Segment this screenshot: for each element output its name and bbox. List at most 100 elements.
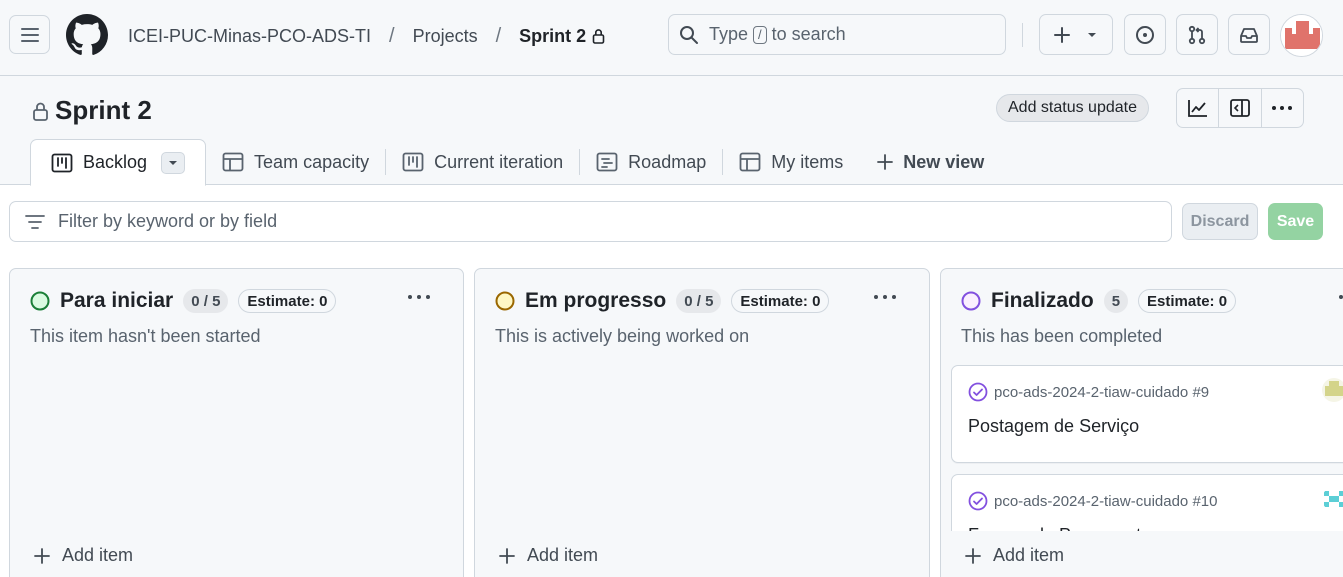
search-prefix: Type [709,24,749,44]
column-menu-icon[interactable] [1337,287,1343,307]
project-header: Sprint 2 Add status update Backlog Team … [0,76,1343,186]
project-toolbar [1176,88,1304,128]
plus-icon [1054,26,1070,43]
plus-icon [877,154,894,170]
column-menu-icon[interactable] [872,287,898,307]
save-button[interactable]: Save [1268,203,1323,240]
assignee-avatar[interactable] [1322,378,1343,402]
status-circle-icon [495,291,515,311]
breadcrumb-separator: / [495,24,502,47]
add-item-label: Add item [993,545,1065,565]
search-input[interactable]: Type / to search [668,14,1006,55]
tab-label: Roadmap [628,151,707,172]
inbox-icon [1240,27,1258,43]
filter-placeholder: Filter by keyword or by field [58,211,278,231]
filter-input[interactable]: Filter by keyword or by field [9,201,1172,242]
card-reference: pco-ads-2024-2-tiaw-cuidado #9 [968,382,1209,402]
tab-roadmap[interactable]: Roadmap [580,139,722,185]
git-pull-request-icon [1188,25,1206,44]
card-repo-ref[interactable]: pco-ads-2024-2-tiaw-cuidado #10 [994,493,1217,510]
card-repo-ref[interactable]: pco-ads-2024-2-tiaw-cuidado #9 [994,384,1209,401]
table-icon [739,152,761,172]
column-menu-icon[interactable] [406,287,432,307]
issue-closed-icon [968,382,988,402]
graph-icon [1187,100,1207,117]
user-avatar[interactable] [1280,14,1323,57]
tab-backlog[interactable]: Backlog [30,139,207,186]
tab-label: My items [771,151,844,172]
plus-icon [34,547,50,564]
column-title: Em progresso [525,289,667,312]
create-new-button[interactable] [1039,14,1113,55]
issue-opened-icon [1136,25,1154,44]
kebab-icon [1272,106,1293,110]
tab-my-items[interactable]: My items [723,139,859,185]
global-header: ICEI-PUC-Minas-PCO-ADS-TI / Projects / S… [0,0,1343,76]
toggle-sidebar-button[interactable] [1219,89,1262,127]
column-description: This is actively being worked on [495,326,750,346]
breadcrumb-org-link[interactable]: ICEI-PUC-Minas-PCO-ADS-TI [128,26,371,47]
column-count-badge: 0 / 5 [183,289,229,313]
filter-icon [25,214,45,229]
column-description: This item hasn't been started [30,326,261,346]
column-count-badge: 5 [1103,289,1129,313]
assignee-avatar[interactable] [1322,487,1343,511]
triangle-down-icon [169,160,178,165]
discard-button[interactable]: Discard [1182,203,1258,240]
add-item-button[interactable]: Add item [965,545,1064,566]
new-view-button[interactable]: New view [859,139,1000,185]
tab-current-iteration[interactable]: Current iteration [386,139,579,185]
breadcrumb: ICEI-PUC-Minas-PCO-ADS-TI / Projects / S… [128,24,605,48]
issues-button[interactable] [1124,14,1166,55]
search-suffix: to search [771,24,846,44]
view-options-button[interactable] [161,151,186,174]
add-item-label: Add item [527,545,599,565]
add-status-update-button[interactable]: Add status update [996,94,1149,122]
inbox-button[interactable] [1228,14,1270,55]
triangle-down-icon [1088,32,1096,37]
lock-icon [592,29,605,44]
identicon [1322,487,1343,511]
card-reference: pco-ads-2024-2-tiaw-cuidado #10 [968,491,1217,511]
open-menu-button[interactable] [9,15,50,54]
view-tabs: Backlog Team capacity Current iteration … [30,139,1000,186]
hamburger-icon [20,27,39,42]
tab-team-capacity[interactable]: Team capacity [206,139,385,185]
breadcrumb-project-link[interactable]: Sprint 2 [519,26,586,47]
board-column-finalizado: Finalizado 5 Estimate: 0 This has been c… [940,268,1343,577]
column-count-badge: 0 / 5 [676,289,722,313]
column-estimate-badge: Estimate: 0 [1138,289,1237,313]
board-column-para-iniciar: Para iniciar 0 / 5 Estimate: 0 This item… [9,268,464,577]
header-divider [1022,23,1023,47]
tab-label: Backlog [83,152,148,172]
plus-icon [965,547,981,564]
card-title[interactable]: Postagem de Serviço [968,416,1139,437]
add-item-button[interactable]: Add item [34,545,133,566]
pull-requests-button[interactable] [1176,14,1218,55]
sidebar-icon [1230,99,1250,117]
issue-closed-icon [968,491,988,511]
project-title[interactable]: Sprint 2 [55,95,152,126]
identicon [1281,15,1322,56]
lock-icon [33,102,48,121]
add-item-button[interactable]: Add item [499,545,598,566]
project-menu-button[interactable] [1262,89,1303,127]
tab-label: New view [903,151,985,172]
column-title: Finalizado [991,289,1094,312]
github-logo[interactable] [66,14,108,56]
page-title: Sprint 2 [32,95,152,126]
column-description: This has been completed [961,326,1163,346]
breadcrumb-projects-link[interactable]: Projects [413,26,478,47]
column-header: Finalizado 5 Estimate: 0 [961,289,1237,313]
breadcrumb-separator: / [389,24,395,47]
column-header: Para iniciar 0 / 5 Estimate: 0 [30,289,337,313]
insights-button[interactable] [1177,89,1220,127]
status-circle-icon [30,291,50,311]
status-circle-icon [961,291,981,311]
search-shortcut-key: / [753,25,767,44]
tab-label: Team capacity [254,151,370,172]
plus-icon [499,547,515,564]
tab-label: Current iteration [434,151,564,172]
board-icon [402,152,424,172]
issue-card[interactable]: pco-ads-2024-2-tiaw-cuidado #9 Postagem … [951,365,1343,463]
